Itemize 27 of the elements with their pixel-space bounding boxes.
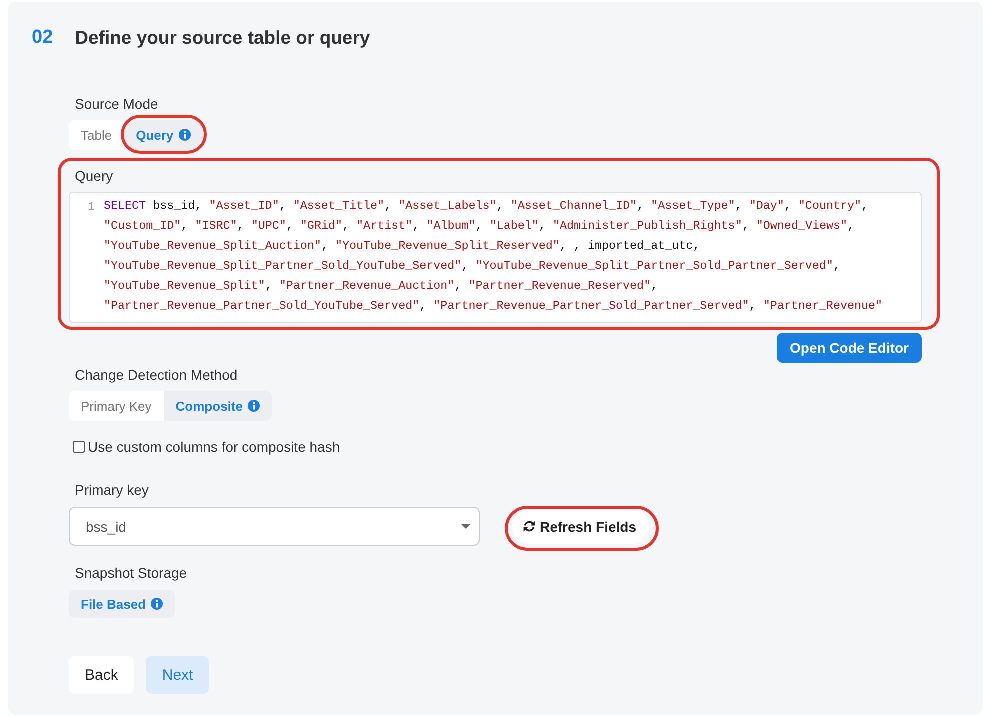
open-code-editor-button[interactable]: Open Code Editor xyxy=(777,333,922,363)
field-label: Query xyxy=(75,167,114,185)
code-editor[interactable] xyxy=(69,192,922,323)
code-line: "Partner_Revenue_Partner_Sold_YouTube_Served", "Partner_Revenue_Partner_Sold_Partner_Served", "Partner_Revenue" xyxy=(104,299,883,313)
code-line: SELECT bss_id, "Asset_ID", "Asset_Title", "Asset_Labels", "Asset_Channel_ID", "Asset_Type", "Day", "Country", xyxy=(104,199,869,213)
checkbox[interactable] xyxy=(73,441,85,453)
tab[interactable]: Composite xyxy=(164,391,272,421)
back-button[interactable]: Back xyxy=(69,656,134,694)
field-label: Source Mode xyxy=(75,95,158,113)
step-number: 02 xyxy=(32,27,54,49)
code-line: "Custom_ID", "ISRC", "UPC", "GRid", "Artist", "Album", "Label", "Administer_Publish_Rights", "Owned_Views", xyxy=(104,219,855,233)
code-line: "YouTube_Revenue_Split_Auction", "YouTube_Revenue_Split_Reserved", , imported_at_utc, xyxy=(104,239,700,253)
caret-icon xyxy=(461,524,471,529)
refresh-icon xyxy=(523,520,536,533)
tab[interactable]: File Based xyxy=(69,590,176,618)
step-title: Define your source table or query xyxy=(75,27,370,49)
primary-key-select[interactable]: bss_id xyxy=(69,507,480,546)
code-line: "YouTube_Revenue_Split_Partner_Sold_YouTube_Served", "YouTube_Revenue_Split_Partner_Sold_Partner_Served", xyxy=(104,259,840,273)
line-number: 1 xyxy=(88,200,95,214)
tab[interactable]: Query xyxy=(124,120,203,150)
code-line: "YouTube_Revenue_Split", "Partner_Revenue_Auction", "Partner_Revenue_Reserved", xyxy=(104,279,658,293)
field-label: Snapshot Storage xyxy=(75,564,188,582)
field-label: Change Detection Method xyxy=(75,366,238,384)
next-button[interactable]: Next xyxy=(146,656,210,694)
checkbox-label: Use custom columns for composite hash xyxy=(88,439,340,455)
field-label: Primary key xyxy=(75,481,149,499)
refresh-fields-button[interactable]: Refresh Fields xyxy=(512,510,650,544)
